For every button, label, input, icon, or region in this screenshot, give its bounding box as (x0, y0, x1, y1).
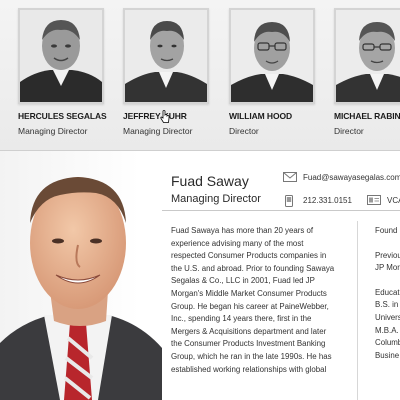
sidebar-line: Educat (375, 287, 400, 297)
member-title: Managing Director (18, 126, 88, 136)
portrait-photo-icon (336, 10, 400, 102)
bio-line: Group, which he ran in the late 1990s. H… (171, 351, 332, 361)
bio-line: Segalas & Co., LLC in 2001, Fuad led JP (171, 276, 315, 286)
member-photo (334, 8, 400, 104)
sidebar-heading: Found (375, 226, 398, 235)
member-title: Director (334, 126, 364, 136)
member-title: Managing Director (123, 126, 193, 136)
sidebar-line: Columb (375, 338, 400, 348)
portrait-photo-icon (0, 177, 162, 400)
email-link[interactable]: Fuad@sawayasegalas.com (283, 172, 400, 184)
vcard-text: VCA (387, 196, 400, 205)
team-member-hercules-segalas[interactable]: HERCULES SEGALAS Managing Director (18, 8, 107, 136)
email-text: Fuad@sawayasegalas.com (303, 173, 400, 182)
member-photo (229, 8, 315, 104)
team-member-michael-rabin[interactable]: MICHAEL RABIN Director (334, 8, 400, 136)
bio-line: experience advising many of the most (171, 238, 304, 248)
bio-line: Group. He began his career at PaineWebbe… (171, 301, 329, 311)
member-name: MICHAEL RABIN (334, 111, 400, 121)
hand-cursor-icon (160, 110, 170, 123)
sidebar-line: Previou (375, 250, 400, 260)
bio-line: Mergers & Acquisitions department and la… (171, 326, 327, 336)
member-title: Director (229, 126, 259, 136)
profile-bio: Fuad Sawaya has more than 20 years of ex… (171, 225, 367, 376)
member-photo (123, 8, 209, 104)
bio-line: the U.S. and abroad. Prior to founding S… (171, 263, 335, 273)
bio-line: respected Consumer Products companies in (171, 251, 327, 261)
member-name: WILLIAM HOOD (229, 111, 293, 121)
bio-line: Morgan's Middle Market Consumer Products (171, 288, 327, 298)
bio-line: Inc., spending 14 years there, first in … (171, 314, 312, 324)
team-member-william-hood[interactable]: WILLIAM HOOD Director (229, 8, 315, 136)
sidebar-line: M.B.A. (375, 325, 399, 335)
profile-title: Managing Director (171, 193, 261, 205)
phone-icon (285, 195, 293, 207)
sidebar-line: JP Mor (375, 263, 400, 273)
envelope-icon (283, 172, 297, 182)
profile-name: Fuad Saway (171, 173, 249, 189)
phone-text: 212.331.0151 (303, 196, 352, 205)
vcard-icon (367, 195, 381, 205)
bio-line: the Consumer Products Investment Banking (171, 339, 326, 349)
member-photo (18, 8, 104, 104)
team-strip: HERCULES SEGALAS Managing Director JEFFR… (0, 0, 400, 151)
profile-detail: Fuad Saway Managing Director Fuad@sawaya… (0, 151, 400, 400)
sidebar-line: B.S. in (375, 300, 399, 310)
profile-portrait (0, 163, 162, 400)
member-name: HERCULES SEGALAS (18, 111, 107, 121)
profile-sidebar: Found Previou JP Mor Educat B.S. in Univ… (375, 225, 400, 362)
header-divider (162, 210, 400, 211)
sidebar-line: Univers (375, 312, 400, 322)
bio-line: Fuad Sawaya has more than 20 years of (171, 226, 314, 235)
column-divider (357, 221, 358, 400)
vcard-link[interactable]: VCA (367, 195, 400, 207)
portrait-photo-icon (20, 10, 102, 102)
portrait-photo-icon (125, 10, 207, 102)
sidebar-line: Busine (375, 350, 400, 360)
portrait-photo-icon (231, 10, 313, 102)
bio-line: established working relationships with g… (171, 364, 327, 374)
phone-number: 212.331.0151 (283, 195, 363, 207)
